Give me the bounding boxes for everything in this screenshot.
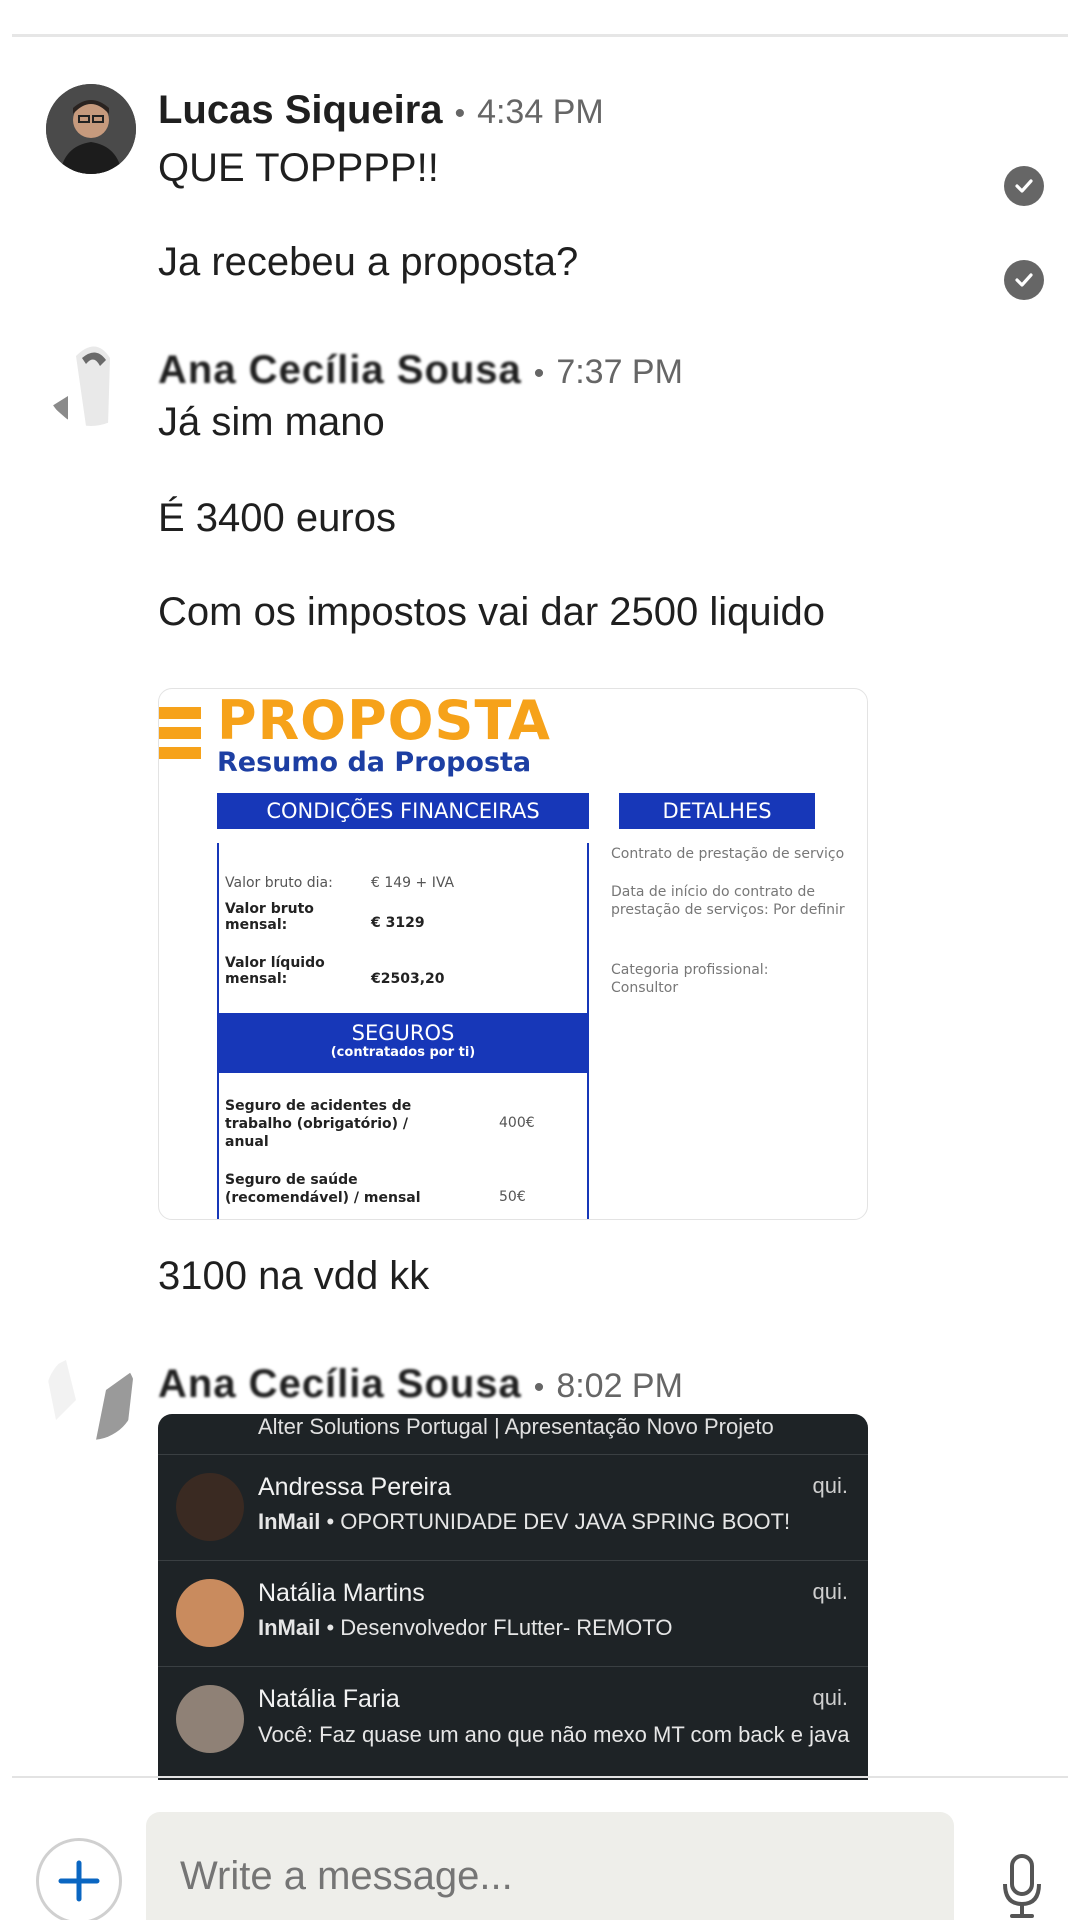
proposal-image-attachment[interactable]: PROPOSTA Resumo da Proposta CONDIÇÕES FI…: [158, 688, 868, 1220]
proposal-logo-bar: [159, 747, 201, 759]
inbox-name: Andressa Pereira: [258, 1473, 452, 1501]
insurance-header: SEGUROS (contratados por ti): [217, 1013, 589, 1073]
avatar-ana[interactable]: [46, 1350, 136, 1440]
inbox-avatar: [176, 1473, 244, 1541]
inbox-text: OPORTUNIDADE DEV JAVA SPRING BOOT!: [340, 1509, 791, 1534]
inmail-tag: InMail: [258, 1509, 321, 1534]
row-value: € 149 + IVA: [371, 875, 455, 891]
inbox-sep: •: [326, 1615, 335, 1640]
insurance-title: SEGUROS: [351, 1021, 455, 1045]
inbox-date: qui.: [812, 1579, 848, 1604]
sender-line: Lucas Siqueira • 4:34 PM: [158, 88, 604, 133]
microphone-icon: [1003, 1854, 1041, 1918]
sender-name[interactable]: Ana Cecília Sousa: [158, 1362, 522, 1407]
inmail-tag: InMail: [258, 1615, 321, 1640]
message-time: 8:02 PM: [556, 1367, 683, 1405]
proposal-logo-bar: [159, 727, 201, 739]
details-header: DETALHES: [619, 793, 815, 829]
detail-text: Contrato de prestação de serviço: [611, 846, 845, 862]
inbox-screenshot-attachment[interactable]: Alter Solutions Portugal | Apresentação …: [158, 1414, 868, 1780]
proposal-logo-bar: [159, 707, 201, 719]
message-composer[interactable]: [146, 1812, 954, 1920]
separator-dot: •: [533, 357, 545, 390]
message-text: É 3400 euros: [158, 496, 396, 540]
add-attachment-button[interactable]: [36, 1838, 122, 1920]
separator-dot: •: [533, 1371, 545, 1404]
inbox-row: Natália Faria qui. Você: Faz quase um an…: [158, 1666, 868, 1772]
inbox-name: Natália Martins: [258, 1579, 425, 1607]
sender-name[interactable]: Ana Cecília Sousa: [158, 348, 522, 393]
sender-line: Ana Cecília Sousa • 8:02 PM: [158, 1362, 683, 1407]
message-input[interactable]: [180, 1854, 880, 1899]
check-circle-icon: [1004, 166, 1044, 206]
message-text: Com os impostos vai dar 2500 liquido: [158, 590, 826, 634]
inbox-preview: Você: Faz quase um ano que não mexo MT c…: [258, 1722, 850, 1747]
plus-icon: [58, 1860, 100, 1902]
inbox-preview: InMail • OPORTUNIDADE DEV JAVA SPRING BO…: [258, 1509, 790, 1535]
detail-text: Data de início do contrato de prestação …: [611, 884, 845, 918]
message-text: QUE TOPPPP!!: [158, 146, 439, 190]
row-value: €2503,20: [371, 971, 445, 987]
inbox-date: qui.: [812, 1473, 848, 1498]
insurance-value: 50€: [499, 1189, 526, 1205]
inbox-avatar: [176, 1685, 244, 1753]
row-label: Valor bruto mensal:: [225, 901, 314, 933]
financial-header: CONDIÇÕES FINANCEIRAS: [217, 793, 589, 829]
inbox-top-line: Alter Solutions Portugal | Apresentação …: [258, 1414, 774, 1439]
insurance-label: Seguro de acidentes de trabalho (obrigat…: [225, 1098, 412, 1150]
detail-text: Categoria profissional: Consultor: [611, 962, 769, 996]
inbox-sep: •: [326, 1509, 335, 1534]
composer-divider: [12, 1776, 1068, 1778]
avatar-lucas[interactable]: [46, 84, 136, 174]
sender-line: Ana Cecília Sousa • 7:37 PM: [158, 348, 683, 393]
inbox-row: Andressa Pereira qui. InMail • OPORTUNID…: [158, 1454, 868, 1560]
message-text: 3100 na vdd kk: [158, 1254, 430, 1298]
inbox-name: Natália Faria: [258, 1685, 400, 1713]
inbox-preview: InMail • Desenvolvedor FLutter- REMOTO: [258, 1615, 672, 1641]
separator-dot: •: [454, 97, 466, 130]
row-label: Valor bruto dia:: [225, 875, 333, 891]
inbox-date: qui.: [812, 1685, 848, 1710]
message-text: Ja recebeu a proposta?: [158, 240, 579, 284]
message-time: 7:37 PM: [556, 353, 683, 391]
check-circle-icon: [1004, 260, 1044, 300]
microphone-button[interactable]: [1002, 1854, 1042, 1920]
proposal-title: PROPOSTA: [217, 689, 551, 752]
row-label: Valor líquido mensal:: [225, 955, 325, 987]
avatar-ana[interactable]: [46, 336, 136, 426]
insurance-label: Seguro de saúde (recomendável) / mensal: [225, 1172, 421, 1206]
top-divider: [12, 34, 1068, 37]
inbox-text: Desenvolvedor FLutter- REMOTO: [340, 1615, 673, 1640]
message-text: Já sim mano: [158, 400, 385, 444]
message-time: 4:34 PM: [477, 93, 604, 131]
sender-name[interactable]: Lucas Siqueira: [158, 88, 443, 133]
insurance-value: 400€: [499, 1115, 535, 1131]
inbox-avatar: [176, 1579, 244, 1647]
proposal-subtitle: Resumo da Proposta: [217, 747, 532, 778]
row-value: € 3129: [371, 915, 425, 931]
inbox-row: Natália Martins qui. InMail • Desenvolve…: [158, 1560, 868, 1666]
insurance-subtitle: (contratados por ti): [330, 1045, 476, 1060]
